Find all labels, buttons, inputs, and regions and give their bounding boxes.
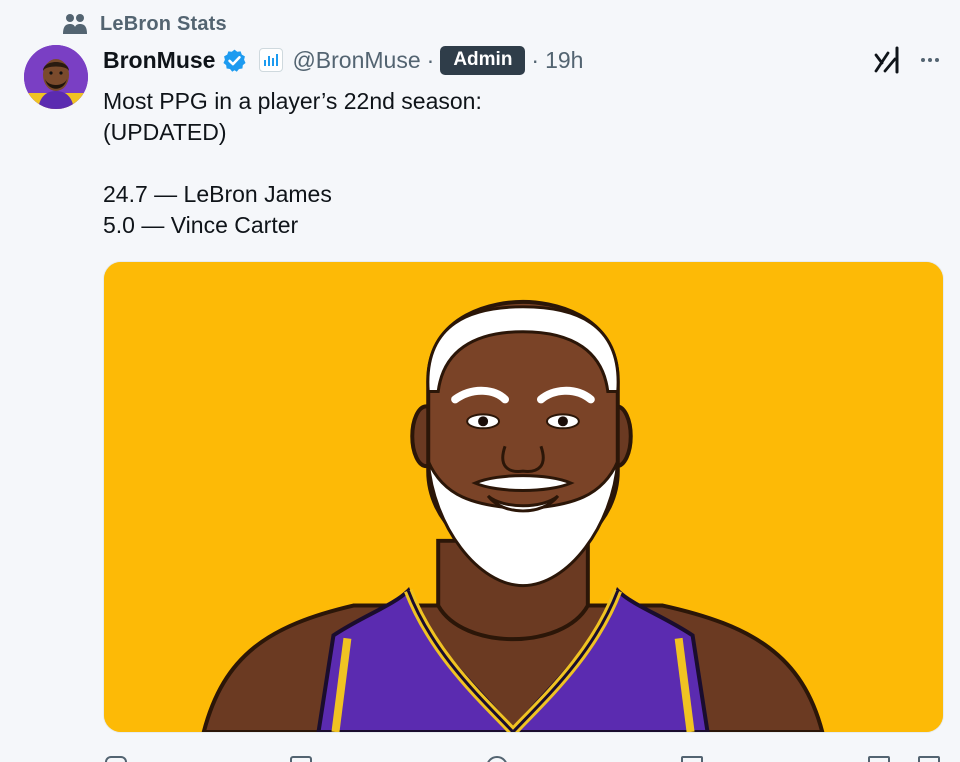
tweet-header: BronMuse @BronMuse · Admin · 19h	[103, 42, 583, 78]
separator-dot: ·	[531, 46, 540, 73]
grok-icon[interactable]	[872, 45, 902, 75]
like-icon[interactable]	[486, 756, 508, 762]
reply-icon[interactable]	[105, 756, 127, 762]
more-icon[interactable]	[916, 45, 944, 75]
tweet-line: (UPDATED)	[103, 119, 227, 145]
share-icon[interactable]	[918, 756, 940, 762]
author-display-name[interactable]: BronMuse	[103, 47, 215, 74]
community-header[interactable]: LeBron Stats	[62, 11, 227, 37]
community-name[interactable]: LeBron Stats	[100, 13, 227, 36]
admin-badge: Admin	[440, 45, 526, 75]
tweet-line: 24.7 — LeBron James	[103, 181, 332, 207]
bookmark-icon[interactable]	[868, 756, 890, 762]
repost-icon[interactable]	[290, 756, 312, 762]
author-handle[interactable]: @BronMuse	[292, 47, 420, 74]
tweet-line: 5.0 — Vince Carter	[103, 212, 299, 238]
verified-icon[interactable]	[222, 48, 247, 73]
tweet-text: Most PPG in a player’s 22nd season: (UPD…	[103, 86, 482, 241]
tweet-actions	[103, 748, 944, 762]
tweet-line: Most PPG in a player’s 22nd season:	[103, 88, 482, 114]
tweet-media-image[interactable]	[103, 261, 944, 733]
avatar[interactable]	[24, 45, 88, 109]
affiliate-badge-icon[interactable]	[259, 48, 284, 72]
tweet-line	[103, 148, 482, 179]
separator-dot: ·	[426, 46, 435, 73]
avatar-image	[24, 45, 88, 109]
tweet-timestamp[interactable]: 19h	[545, 47, 583, 74]
views-icon[interactable]	[681, 756, 703, 762]
cartoon-illustration	[104, 262, 943, 732]
community-icon	[63, 14, 87, 34]
